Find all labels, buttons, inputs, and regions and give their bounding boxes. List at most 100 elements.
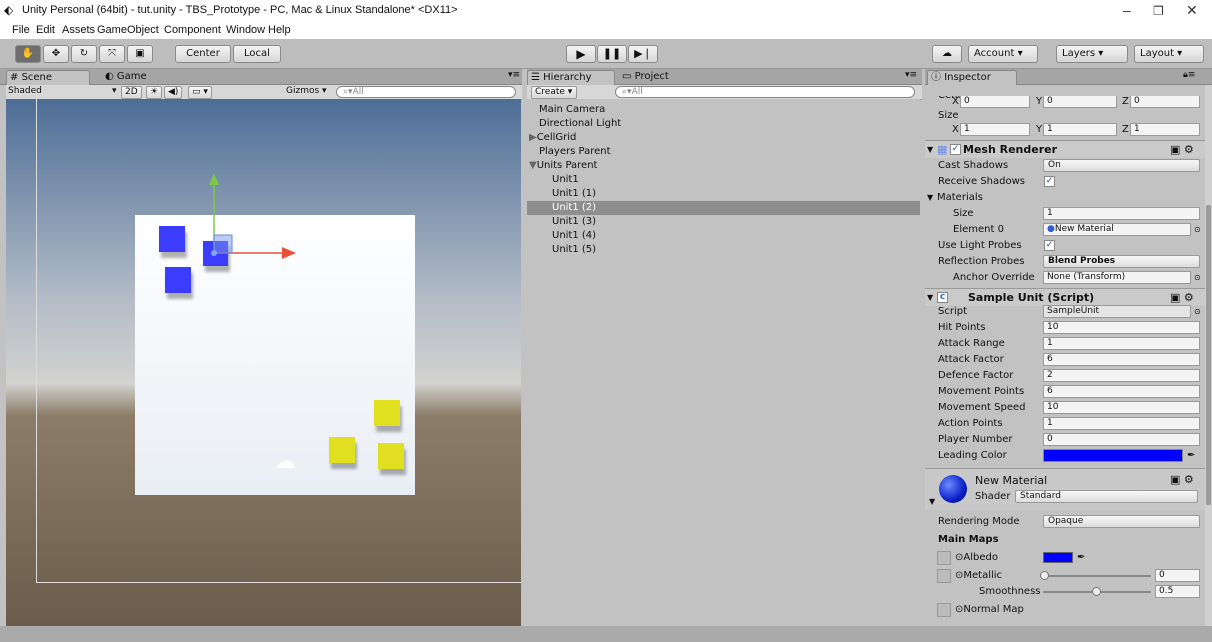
- hierarchy-item-players-parent[interactable]: Players Parent: [527, 145, 920, 159]
- menu-assets[interactable]: Assets: [62, 24, 95, 36]
- pause-button[interactable]: ❚❚: [597, 45, 627, 63]
- lighting-toggle-icon[interactable]: ☀: [146, 86, 163, 99]
- collapse-arrow-icon[interactable]: ▼: [929, 497, 935, 506]
- lock-icon[interactable]: 🔒︎≡: [1183, 70, 1195, 80]
- hierarchy-item-unit1[interactable]: Unit1: [527, 173, 920, 187]
- eyedropper-icon[interactable]: ✒: [1077, 550, 1085, 566]
- object-picker-icon[interactable]: ⊙: [1194, 270, 1201, 286]
- rect-tool-icon[interactable]: ▣: [127, 45, 153, 63]
- object-picker-icon[interactable]: ⊙: [1194, 304, 1201, 320]
- expand-arrow-icon[interactable]: ▶: [529, 132, 537, 143]
- menu-edit[interactable]: Edit: [36, 24, 55, 36]
- leading-color-swatch[interactable]: [1043, 449, 1183, 462]
- mesh-renderer-enable-checkbox[interactable]: ✓: [950, 144, 961, 155]
- smoothness-field[interactable]: 0.5: [1155, 585, 1200, 598]
- hierarchy-item-cellgrid[interactable]: ▶CellGrid: [527, 131, 920, 145]
- light-probes-checkbox[interactable]: ✓: [1044, 240, 1055, 251]
- tab-hierarchy[interactable]: ☰ Hierarchy: [527, 70, 615, 85]
- inspector-scrollbar[interactable]: [1205, 85, 1212, 626]
- hierarchy-item-unit1-3[interactable]: Unit1 (3): [527, 215, 920, 229]
- hand-tool-icon[interactable]: ✋: [15, 45, 41, 63]
- unit-field-value[interactable]: 10: [1043, 401, 1200, 414]
- unit-field-value[interactable]: 2: [1043, 369, 1200, 382]
- pivot-local-button[interactable]: Local: [233, 45, 281, 63]
- tab-inspector[interactable]: ⓘ Inspector: [927, 70, 1017, 85]
- center-z-field[interactable]: 0: [1130, 96, 1200, 108]
- collapse-arrow-icon[interactable]: ▼: [927, 141, 933, 158]
- play-button[interactable]: ▶: [566, 45, 596, 63]
- cloud-icon[interactable]: ☁: [932, 45, 962, 63]
- scene-view[interactable]: ☁ ☼: [6, 99, 521, 626]
- audio-toggle-icon[interactable]: ◀): [164, 86, 183, 99]
- panel-menu-icon[interactable]: ▾≡: [508, 70, 520, 80]
- scene-search-input[interactable]: ⌕▾All: [336, 86, 516, 98]
- effects-toggle-icon[interactable]: ▭ ▾: [188, 86, 212, 99]
- eyedropper-icon[interactable]: ✒: [1187, 448, 1195, 464]
- panel-menu-icon[interactable]: ▾≡: [905, 70, 917, 80]
- hierarchy-item-unit1-1[interactable]: Unit1 (1): [527, 187, 920, 201]
- receive-shadows-checkbox[interactable]: ✓: [1044, 176, 1055, 187]
- hierarchy-item-main-camera[interactable]: Main Camera: [527, 103, 920, 117]
- gizmos-dropdown[interactable]: Gizmos ▾: [286, 86, 327, 96]
- size-x-field[interactable]: 1: [960, 123, 1030, 136]
- metallic-texture-slot[interactable]: [937, 569, 951, 583]
- size-y-field[interactable]: 1: [1043, 123, 1117, 136]
- smoothness-slider-thumb[interactable]: [1092, 587, 1101, 596]
- hierarchy-item-unit1-2[interactable]: Unit1 (2): [527, 201, 920, 215]
- center-y-field[interactable]: 0: [1043, 96, 1117, 108]
- element0-field[interactable]: ●New Material: [1043, 223, 1191, 236]
- pivot-center-button[interactable]: Center: [175, 45, 231, 63]
- metallic-slider[interactable]: [1043, 575, 1151, 577]
- gear-icon[interactable]: ▣ ⚙: [1170, 141, 1194, 158]
- menu-gameobject[interactable]: GameObject: [97, 24, 159, 36]
- scrollbar-thumb[interactable]: [1206, 205, 1211, 505]
- material-header[interactable]: New Material Shader Standard ▼ ▣ ⚙: [925, 468, 1205, 510]
- unit-field-value[interactable]: 0: [1043, 433, 1200, 446]
- menu-file[interactable]: File: [12, 24, 30, 36]
- tab-project[interactable]: ▭ Project: [619, 70, 689, 85]
- normal-map-texture-slot[interactable]: [937, 603, 951, 617]
- hierarchy-search-input[interactable]: ⌕▾All: [615, 86, 915, 98]
- move-gizmo-icon[interactable]: [166, 169, 306, 289]
- unit-field-value[interactable]: 1: [1043, 337, 1200, 350]
- menu-window[interactable]: Window: [226, 24, 265, 36]
- anchor-override-field[interactable]: None (Transform): [1043, 271, 1191, 284]
- unit-field-value[interactable]: 6: [1043, 353, 1200, 366]
- hierarchy-item-units-parent[interactable]: ▼Units Parent: [527, 159, 920, 173]
- collapse-arrow-icon[interactable]: ▼: [927, 190, 933, 206]
- unit-yellow[interactable]: [329, 437, 355, 463]
- shader-dropdown[interactable]: Standard: [1015, 490, 1198, 503]
- step-button[interactable]: ▶❘: [628, 45, 658, 63]
- materials-row[interactable]: ▼ Materials: [925, 190, 1205, 206]
- tab-scene[interactable]: # Scene: [6, 70, 90, 85]
- materials-size-field[interactable]: 1: [1043, 207, 1200, 220]
- minimize-button[interactable]: –: [1123, 2, 1131, 18]
- script-field[interactable]: SampleUnit: [1043, 305, 1191, 318]
- menu-help[interactable]: Help: [268, 24, 291, 36]
- account-dropdown[interactable]: Account ▾: [968, 45, 1038, 63]
- scale-tool-icon[interactable]: ⤧: [99, 45, 125, 63]
- shaded-dropdown[interactable]: Shaded: [8, 86, 42, 96]
- mesh-renderer-header[interactable]: ▼ ▦ ✓ Mesh Renderer ▣ ⚙: [925, 140, 1205, 158]
- gear-icon[interactable]: ▣ ⚙: [1170, 473, 1194, 486]
- unit-yellow[interactable]: [374, 400, 400, 426]
- reflection-probes-dropdown[interactable]: Blend Probes: [1043, 255, 1200, 268]
- maximize-button[interactable]: ❐: [1153, 4, 1164, 18]
- albedo-texture-slot[interactable]: [937, 551, 951, 565]
- unit-field-value[interactable]: 6: [1043, 385, 1200, 398]
- collapse-arrow-icon[interactable]: ▼: [529, 160, 537, 171]
- hierarchy-item-unit1-4[interactable]: Unit1 (4): [527, 229, 920, 243]
- unit-field-value[interactable]: 1: [1043, 417, 1200, 430]
- cast-shadows-dropdown[interactable]: On: [1043, 159, 1200, 172]
- menu-component[interactable]: Component: [164, 24, 221, 36]
- albedo-color-swatch[interactable]: [1043, 552, 1073, 563]
- tab-game[interactable]: ◐ Game: [102, 70, 172, 85]
- create-dropdown[interactable]: Create ▾: [531, 86, 577, 99]
- layers-dropdown[interactable]: Layers ▾: [1056, 45, 1128, 63]
- object-picker-icon[interactable]: ⊙: [1194, 222, 1201, 238]
- metallic-field[interactable]: 0: [1155, 569, 1200, 582]
- hierarchy-item-unit1-5[interactable]: Unit1 (5): [527, 243, 920, 257]
- unit-yellow[interactable]: [378, 443, 404, 469]
- unit-field-value[interactable]: 10: [1043, 321, 1200, 334]
- rotate-tool-icon[interactable]: ↻: [71, 45, 97, 63]
